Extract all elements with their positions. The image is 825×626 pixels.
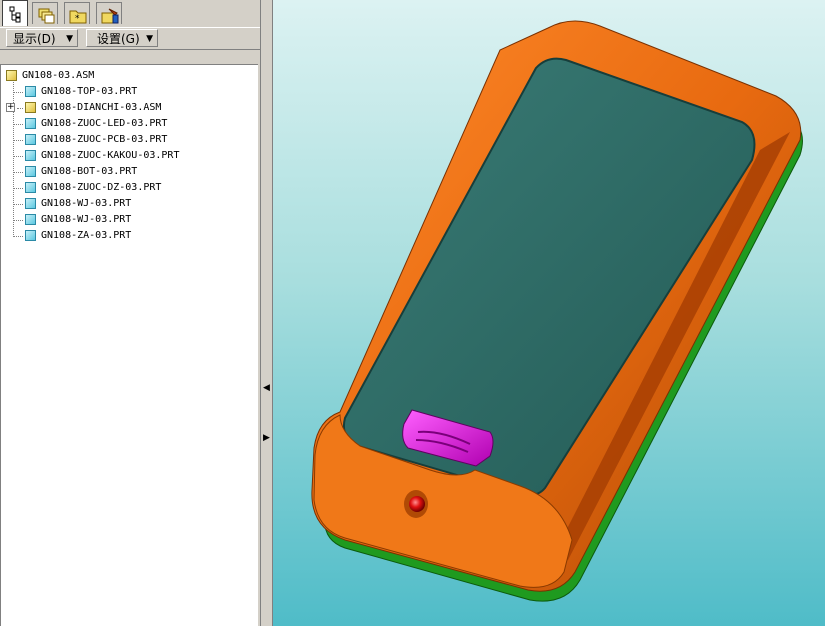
expand-toggle-icon[interactable]: + — [6, 103, 15, 112]
settings-menu-label: 设置(G) — [97, 32, 140, 46]
tree-root-label: GN108-03.ASM — [22, 70, 95, 81]
part-icon — [25, 182, 36, 193]
part-icon — [25, 214, 36, 225]
part-icon — [25, 134, 36, 145]
tab-layers[interactable] — [32, 2, 58, 24]
display-menu-label: 显示(D) — [13, 32, 56, 46]
panel-menubar: 显示(D) ▼ 设置(G) ▼ — [0, 27, 260, 50]
model-tree[interactable]: GN108-03.ASM GN108-TOP-03.PRT GN108-DIAN… — [0, 65, 258, 626]
layers-icon — [38, 8, 55, 24]
assembly-icon — [25, 102, 36, 113]
chevron-down-icon: ▼ — [146, 34, 153, 44]
tree-connector — [13, 172, 23, 173]
folder-icon: * — [69, 10, 87, 24]
part-icon — [25, 150, 36, 161]
expand-right-arrow-icon[interactable]: ▶ — [263, 433, 270, 443]
favorites-icon — [101, 8, 119, 24]
collapse-left-arrow-icon[interactable]: ◀ — [263, 383, 270, 393]
tree-connector — [17, 108, 23, 109]
tree-connector — [13, 156, 23, 157]
tree-connector — [13, 140, 23, 141]
tree-connector — [13, 188, 23, 189]
panel-tabs: * — [0, 0, 260, 26]
left-panel: * 显示(D) ▼ 设置(G) ▼ GN108-03.ASM GN108-TOP… — [0, 0, 260, 626]
3d-viewport[interactable] — [273, 0, 825, 626]
tree-item-label: GN108-WJ-03.PRT — [41, 198, 132, 209]
tree-item-label: GN108-WJ-03.PRT — [41, 214, 132, 225]
part-icon — [25, 166, 36, 177]
part-icon — [25, 118, 36, 129]
svg-text:*: * — [75, 14, 80, 24]
assembly-icon — [6, 70, 17, 81]
display-menu-button[interactable]: 显示(D) ▼ — [6, 29, 78, 47]
tree-header-strip — [0, 50, 258, 65]
tree-item-label: GN108-ZUOC-DZ-03.PRT — [41, 182, 162, 193]
tree-item-label: GN108-ZUOC-KAKOU-03.PRT — [41, 150, 180, 161]
tab-model-tree[interactable] — [2, 0, 28, 26]
tree-connector — [13, 236, 23, 237]
tree-item-label: GN108-ZUOC-PCB-03.PRT — [41, 134, 168, 145]
model-tree-icon — [9, 6, 21, 23]
tree-connector — [13, 204, 23, 205]
tree-item-label: GN108-TOP-03.PRT — [41, 86, 138, 97]
model-render — [311, 20, 803, 602]
tree-connector — [13, 92, 23, 93]
settings-menu-button[interactable]: 设置(G) ▼ — [86, 29, 158, 47]
tab-folder[interactable]: * — [64, 2, 90, 24]
tree-item-label: GN108-ZA-03.PRT — [41, 230, 132, 241]
tree-item-label: GN108-ZUOC-LED-03.PRT — [41, 118, 168, 129]
chevron-down-icon: ▼ — [66, 34, 73, 44]
tree-item-label: GN108-DIANCHI-03.ASM — [41, 102, 162, 113]
part-icon — [25, 86, 36, 97]
panel-splitter[interactable]: ◀ ▶ — [260, 0, 273, 626]
tab-favorites[interactable] — [96, 2, 122, 24]
tree-connector — [13, 220, 23, 221]
tree-connector — [13, 124, 23, 125]
part-icon — [25, 230, 36, 241]
part-icon — [25, 198, 36, 209]
tree-item-label: GN108-BOT-03.PRT — [41, 166, 138, 177]
